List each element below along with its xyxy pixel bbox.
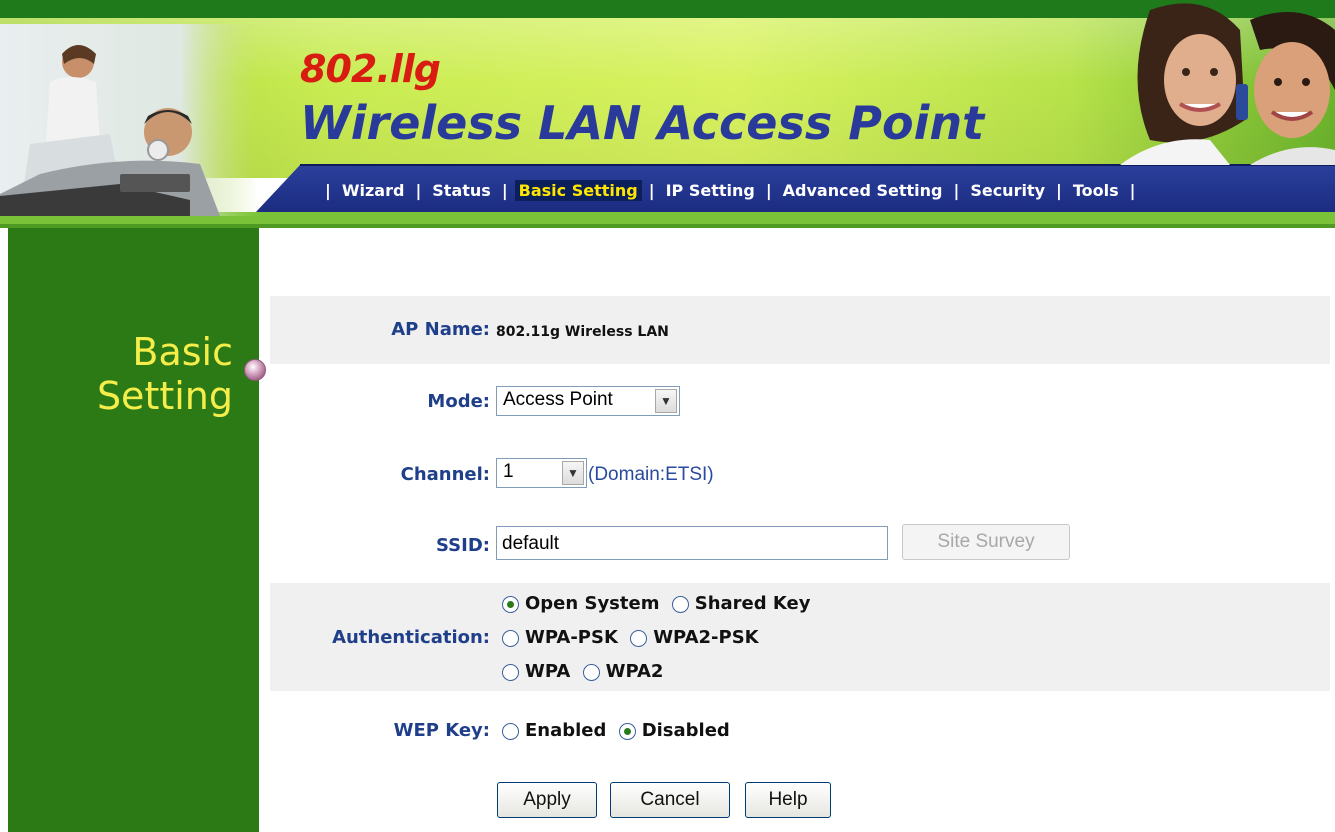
form-buttons-row: Apply Cancel Help xyxy=(270,778,1330,826)
auth-options-line-3: WPA WPA2 xyxy=(502,661,669,685)
ap-name-value: 802.11g Wireless LAN xyxy=(496,324,669,340)
auth-open-system-label: Open System xyxy=(525,593,660,614)
channel-select[interactable]: 1 ▼ xyxy=(496,458,587,488)
nav-ip-setting[interactable]: IP Setting xyxy=(662,180,759,201)
radio-checked-icon[interactable] xyxy=(502,596,519,613)
wep-disabled-option[interactable]: Disabled xyxy=(618,720,730,741)
radio-icon[interactable] xyxy=(502,630,519,647)
auth-wpa2-psk-label: WPA2-PSK xyxy=(653,627,759,648)
radio-icon[interactable] xyxy=(630,630,648,647)
auth-options-line-1: Open System Shared Key xyxy=(502,593,816,617)
auth-open-system-option[interactable]: Open System xyxy=(502,593,659,614)
sidebar-page-title: Basic Setting xyxy=(97,330,233,418)
site-survey-button[interactable]: Site Survey xyxy=(902,524,1070,560)
nav-separator: | xyxy=(501,180,508,200)
nav-separator: | xyxy=(648,180,655,200)
radio-icon[interactable] xyxy=(502,723,519,740)
ssid-row: SSID: default Site Survey xyxy=(270,518,1330,574)
mode-select[interactable]: Access Point ▼ xyxy=(496,386,680,416)
auth-wpa2-label: WPA2 xyxy=(605,661,664,682)
wep-disabled-label: Disabled xyxy=(641,720,730,741)
nav-wizard[interactable]: Wizard xyxy=(338,180,409,201)
nav-tools[interactable]: Tools xyxy=(1069,180,1123,201)
channel-label: Channel: xyxy=(400,464,490,485)
auth-wpa-option[interactable]: WPA xyxy=(502,661,570,682)
radio-icon[interactable] xyxy=(582,664,600,681)
help-button[interactable]: Help xyxy=(745,782,831,818)
nav-separator: | xyxy=(765,180,772,200)
nav-advanced-setting[interactable]: Advanced Setting xyxy=(779,180,947,201)
nav-separator: | xyxy=(953,180,960,200)
auth-wpa2-option[interactable]: WPA2 xyxy=(582,661,664,682)
header-banner: 802.llg Wireless LAN Access Point | Wiza… xyxy=(0,0,1335,228)
channel-select-value: 1 xyxy=(503,461,514,482)
nav-security[interactable]: Security xyxy=(966,180,1049,201)
authentication-label: Authentication: xyxy=(332,627,490,648)
auth-wpa-psk-label: WPA-PSK xyxy=(525,627,618,648)
channel-row: Channel: 1 ▼ (Domain:ETSI) xyxy=(270,450,1330,502)
ssid-label: SSID: xyxy=(436,535,490,556)
ssid-input[interactable]: default xyxy=(496,526,888,560)
nav-separator: | xyxy=(1129,180,1136,200)
product-model: 802.llg xyxy=(300,47,441,91)
auth-shared-key-label: Shared Key xyxy=(694,593,811,614)
couple-phone-photo xyxy=(1120,3,1335,165)
wep-enabled-label: Enabled xyxy=(525,720,607,741)
nav-separator: | xyxy=(325,180,331,200)
basic-setting-form: AP Name: 802.11g Wireless LAN Mode: Acce… xyxy=(270,228,1335,832)
sidebar-title-line2: Setting xyxy=(96,374,233,418)
authentication-row: Authentication: Open System Shared Key W… xyxy=(270,583,1330,691)
nav-separator: | xyxy=(1056,180,1062,200)
wep-key-row: WEP Key: Enabled Disabled xyxy=(270,706,1330,758)
people-laptop-photo xyxy=(0,24,258,216)
ap-name-label: AP Name: xyxy=(391,319,490,340)
apply-button[interactable]: Apply xyxy=(497,782,597,818)
radio-icon[interactable] xyxy=(502,664,519,681)
channel-domain-text: (Domain:ETSI) xyxy=(588,464,714,485)
chevron-down-icon[interactable]: ▼ xyxy=(562,461,584,485)
sidebar: Basic Setting xyxy=(8,228,259,832)
cancel-button[interactable]: Cancel xyxy=(610,782,730,818)
wep-key-label: WEP Key: xyxy=(393,720,490,741)
nav-basic-setting[interactable]: Basic Setting xyxy=(514,179,642,201)
nav-status[interactable]: Status xyxy=(428,180,495,201)
auth-wpa-psk-option[interactable]: WPA-PSK xyxy=(502,627,618,648)
ap-name-row: AP Name: 802.11g Wireless LAN xyxy=(270,296,1330,364)
chevron-down-icon[interactable]: ▼ xyxy=(655,389,677,413)
auth-options-line-2: WPA-PSK WPA2-PSK xyxy=(502,627,765,651)
nav-separator: | xyxy=(415,180,422,200)
wep-enabled-option[interactable]: Enabled xyxy=(502,720,606,741)
mode-label: Mode: xyxy=(427,391,490,412)
mode-row: Mode: Access Point ▼ xyxy=(270,376,1330,428)
main-nav: | Wizard | Status | Basic Setting | IP S… xyxy=(318,175,1142,205)
sidebar-bullet-icon xyxy=(244,359,266,381)
radio-icon[interactable] xyxy=(671,596,689,613)
sidebar-title-line1: Basic xyxy=(132,330,233,374)
auth-wpa-label: WPA xyxy=(525,661,571,682)
product-title: Wireless LAN Access Point xyxy=(300,96,985,150)
wep-key-options: Enabled Disabled xyxy=(502,720,736,744)
radio-checked-icon[interactable] xyxy=(618,723,636,740)
auth-shared-key-option[interactable]: Shared Key xyxy=(671,593,811,614)
mode-select-value: Access Point xyxy=(503,389,613,410)
auth-wpa2-psk-option[interactable]: WPA2-PSK xyxy=(630,627,759,648)
